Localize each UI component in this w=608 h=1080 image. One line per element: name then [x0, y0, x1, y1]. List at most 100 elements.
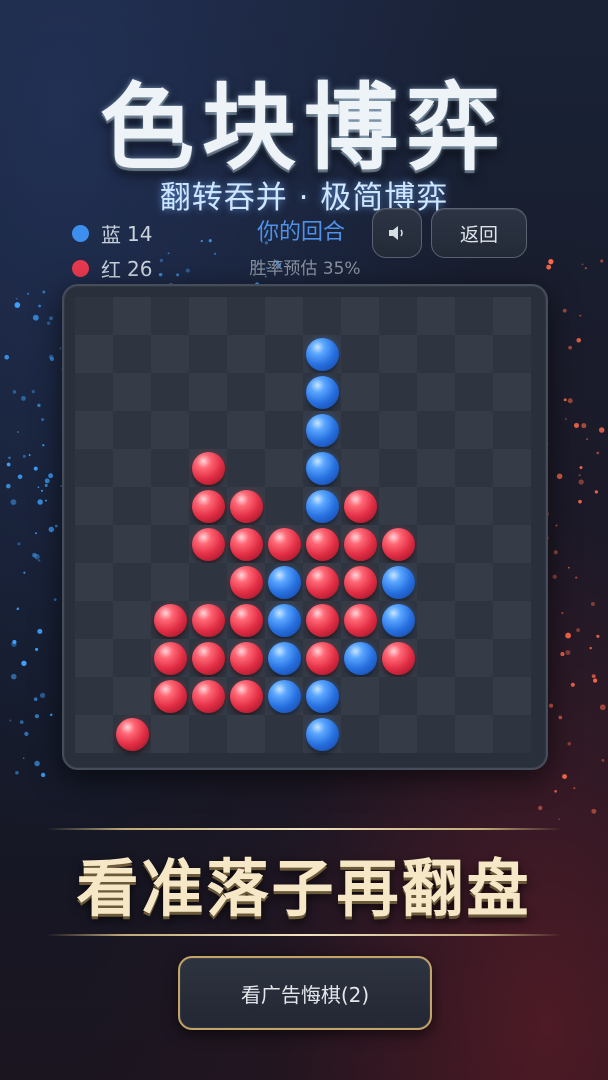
board-cell[interactable]: [151, 411, 189, 449]
board-cell[interactable]: [151, 525, 189, 563]
board-cell[interactable]: [379, 715, 417, 753]
board-cell[interactable]: [455, 563, 493, 601]
board-cell[interactable]: [113, 335, 151, 373]
board-cell[interactable]: [113, 411, 151, 449]
board-cell[interactable]: [189, 563, 227, 601]
board-cell[interactable]: [151, 487, 189, 525]
board-cell[interactable]: [455, 449, 493, 487]
board-cell[interactable]: [113, 677, 151, 715]
board-cell[interactable]: [303, 297, 341, 335]
board-cell[interactable]: [379, 677, 417, 715]
board-cell[interactable]: [455, 639, 493, 677]
board-cell[interactable]: [75, 297, 113, 335]
board-cell[interactable]: [265, 487, 303, 525]
board-cell[interactable]: [455, 335, 493, 373]
board-cell[interactable]: [341, 411, 379, 449]
board-cell[interactable]: [113, 487, 151, 525]
board-cell[interactable]: [75, 487, 113, 525]
board-cell[interactable]: [455, 525, 493, 563]
board-cell[interactable]: [417, 373, 455, 411]
board-cell[interactable]: [189, 715, 227, 753]
board-cell[interactable]: [113, 639, 151, 677]
back-button[interactable]: 返回: [431, 208, 527, 258]
board-cell[interactable]: [113, 525, 151, 563]
board-cell[interactable]: [341, 449, 379, 487]
board-cell[interactable]: [341, 715, 379, 753]
board-cell[interactable]: [113, 601, 151, 639]
board-cell[interactable]: [417, 487, 455, 525]
board-cell[interactable]: [227, 373, 265, 411]
board-cell[interactable]: [151, 335, 189, 373]
board-cell[interactable]: [417, 715, 455, 753]
board-cell[interactable]: [379, 487, 417, 525]
board-cell[interactable]: [493, 563, 531, 601]
sound-toggle-button[interactable]: [372, 208, 422, 258]
board-cell[interactable]: [493, 601, 531, 639]
board-cell[interactable]: [493, 411, 531, 449]
board-cell[interactable]: [455, 601, 493, 639]
board-cell[interactable]: [227, 297, 265, 335]
board-cell[interactable]: [455, 715, 493, 753]
board-cell[interactable]: [379, 449, 417, 487]
board-cell[interactable]: [417, 449, 455, 487]
board-cell[interactable]: [265, 335, 303, 373]
board-cell[interactable]: [341, 373, 379, 411]
board-cell[interactable]: [455, 411, 493, 449]
board-cell[interactable]: [113, 563, 151, 601]
board-cell[interactable]: [417, 411, 455, 449]
board-cell[interactable]: [417, 335, 455, 373]
board-cell[interactable]: [379, 411, 417, 449]
board-cell[interactable]: [227, 335, 265, 373]
undo-ad-button[interactable]: 看广告悔棋(2): [178, 956, 432, 1030]
board-cell[interactable]: [189, 335, 227, 373]
board-cell[interactable]: [75, 449, 113, 487]
board-cell[interactable]: [227, 715, 265, 753]
board-cell[interactable]: [113, 449, 151, 487]
board-cell[interactable]: [75, 677, 113, 715]
board-cell[interactable]: [189, 297, 227, 335]
board-cell[interactable]: [379, 373, 417, 411]
board-cell[interactable]: [493, 639, 531, 677]
board-cell[interactable]: [265, 297, 303, 335]
board-cell[interactable]: [493, 297, 531, 335]
board-cell[interactable]: [455, 487, 493, 525]
board-cell[interactable]: [151, 297, 189, 335]
board-cell[interactable]: [151, 563, 189, 601]
board-cell[interactable]: [493, 335, 531, 373]
board-cell[interactable]: [151, 715, 189, 753]
board-cell[interactable]: [189, 373, 227, 411]
board-cell[interactable]: [379, 335, 417, 373]
board-cell[interactable]: [75, 601, 113, 639]
board-cell[interactable]: [75, 715, 113, 753]
board-cell[interactable]: [417, 601, 455, 639]
board-cell[interactable]: [151, 373, 189, 411]
board-cell[interactable]: [341, 677, 379, 715]
board-cell[interactable]: [75, 525, 113, 563]
board-grid[interactable]: [75, 297, 531, 753]
board-cell[interactable]: [113, 297, 151, 335]
board-cell[interactable]: [493, 715, 531, 753]
board-cell[interactable]: [417, 525, 455, 563]
board-cell[interactable]: [75, 335, 113, 373]
board-cell[interactable]: [379, 297, 417, 335]
board-cell[interactable]: [75, 639, 113, 677]
board-cell[interactable]: [341, 335, 379, 373]
board-cell[interactable]: [227, 411, 265, 449]
board-cell[interactable]: [417, 639, 455, 677]
board-cell[interactable]: [417, 297, 455, 335]
board-cell[interactable]: [341, 297, 379, 335]
board-cell[interactable]: [455, 677, 493, 715]
board-cell[interactable]: [113, 373, 151, 411]
board-cell[interactable]: [265, 715, 303, 753]
board-cell[interactable]: [455, 297, 493, 335]
board-cell[interactable]: [75, 563, 113, 601]
board-cell[interactable]: [265, 373, 303, 411]
board-cell[interactable]: [493, 487, 531, 525]
board-cell[interactable]: [493, 677, 531, 715]
board-cell[interactable]: [75, 411, 113, 449]
board-cell[interactable]: [493, 373, 531, 411]
board-cell[interactable]: [151, 449, 189, 487]
board-cell[interactable]: [417, 677, 455, 715]
board-cell[interactable]: [493, 525, 531, 563]
board-cell[interactable]: [417, 563, 455, 601]
